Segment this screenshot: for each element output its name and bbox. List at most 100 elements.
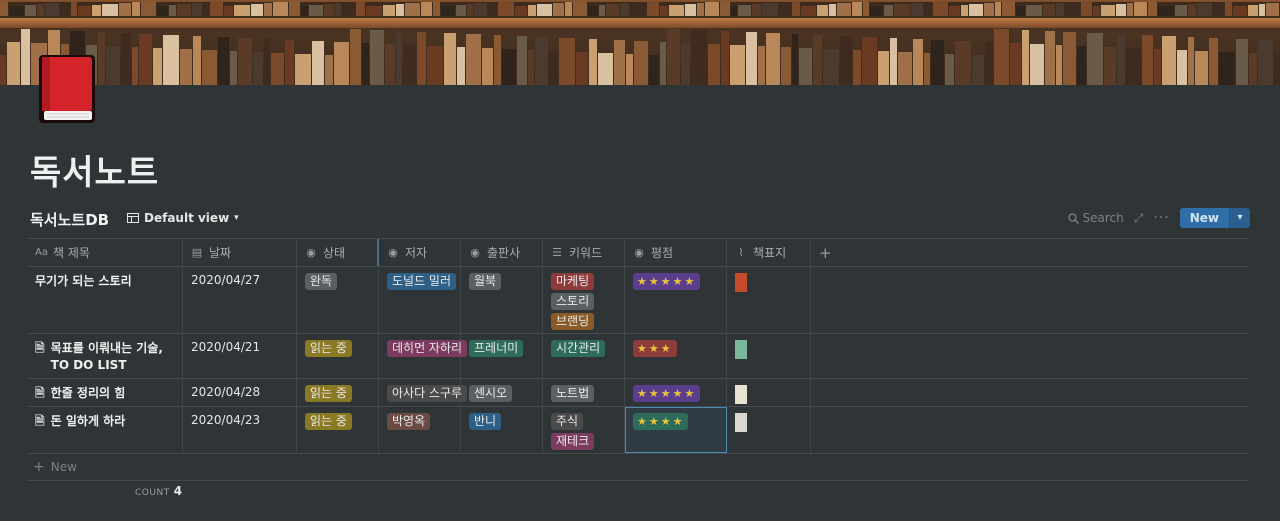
book-spine bbox=[779, 2, 791, 16]
book-spine bbox=[752, 4, 761, 16]
rating-cell[interactable]: ★★★★ bbox=[625, 407, 727, 453]
keyword-tag: 마케팅 bbox=[551, 273, 595, 290]
date-cell[interactable]: 2020/04/23 bbox=[183, 407, 297, 453]
cover-cell[interactable] bbox=[727, 267, 811, 333]
date-cell[interactable]: 2020/04/27 bbox=[183, 267, 297, 333]
keyword-tag: 주식 bbox=[551, 413, 584, 430]
author-tag: 데히먼 자하리 bbox=[387, 340, 468, 357]
table-row[interactable]: 🗎 돈 일하게 하라 2020/04/23 읽는 중 박영옥 반니 주식 재테크 ★★★★ bbox=[27, 407, 1248, 454]
book-spine bbox=[403, 45, 416, 85]
row-title[interactable]: 무기가 되는 스토리 bbox=[35, 273, 174, 290]
chevron-down-icon[interactable]: ▾ bbox=[1229, 208, 1250, 228]
book-spine bbox=[738, 5, 751, 16]
add-column-button[interactable]: + bbox=[811, 239, 841, 266]
status-cell[interactable]: 읽는 중 bbox=[297, 334, 379, 378]
book-spine bbox=[924, 53, 930, 85]
search-button[interactable]: Search bbox=[1067, 211, 1124, 225]
count-footer[interactable]: COUNT 4 bbox=[135, 484, 183, 498]
column-header-date[interactable]: ▤ 날짜 bbox=[183, 239, 297, 266]
more-options-icon[interactable]: ··· bbox=[1153, 210, 1169, 226]
book-spine bbox=[251, 4, 263, 16]
publisher-cell[interactable]: 프레너미 bbox=[461, 334, 543, 378]
publisher-tag: 월북 bbox=[469, 273, 502, 290]
column-header-status[interactable]: ◉ 상태 bbox=[297, 239, 379, 266]
row-title[interactable]: 🗎 목표를 이뤄내는 기술, TO DO LIST bbox=[35, 340, 174, 374]
new-record-button[interactable]: New ▾ bbox=[1179, 208, 1250, 228]
keywords-cell[interactable]: 노트법 bbox=[543, 379, 625, 406]
book-cover-thumbnail[interactable] bbox=[735, 413, 747, 432]
book-spine bbox=[598, 53, 613, 85]
keywords-cell[interactable]: 시간관리 bbox=[543, 334, 625, 378]
table-row[interactable]: 🗎 한줄 정리의 힘 2020/04/28 읽는 중 아사다 스구루 센시오 노트법 ★★★★… bbox=[27, 379, 1248, 407]
book-spine bbox=[894, 4, 910, 16]
column-header-title[interactable]: Aa 책 제목 bbox=[27, 239, 183, 266]
book-spine bbox=[312, 41, 324, 85]
cover-cell[interactable] bbox=[727, 379, 811, 406]
cover-cell[interactable] bbox=[727, 334, 811, 378]
status-cell[interactable]: 읽는 중 bbox=[297, 379, 379, 406]
column-header-rating[interactable]: ◉ 평점 bbox=[625, 239, 727, 266]
page-title[interactable]: 독서노트 bbox=[30, 145, 159, 194]
title-cell[interactable]: 무기가 되는 스토리 bbox=[27, 267, 183, 333]
book-spine bbox=[758, 46, 765, 85]
book-spine bbox=[708, 44, 720, 85]
book-spine bbox=[210, 1, 223, 16]
rating-cell[interactable]: ★★★★★ bbox=[625, 267, 727, 333]
column-header-author[interactable]: ◉ 저자 bbox=[379, 239, 461, 266]
book-cover-thumbnail[interactable] bbox=[735, 385, 747, 404]
column-label: 평점 bbox=[651, 246, 674, 260]
author-cell[interactable]: 도널드 밀러 bbox=[379, 267, 461, 333]
book-spine bbox=[799, 48, 812, 85]
publisher-cell[interactable]: 반니 bbox=[461, 407, 543, 453]
rating-cell[interactable]: ★★★★★ bbox=[625, 379, 727, 406]
author-cell[interactable]: 박영옥 bbox=[379, 407, 461, 453]
column-header-cover[interactable]: ⌇ 책표지 bbox=[727, 239, 811, 266]
keywords-cell[interactable]: 마케팅 스토리 브랜딩 bbox=[543, 267, 625, 333]
book-spine bbox=[273, 2, 288, 16]
author-cell[interactable]: 데히먼 자하리 bbox=[379, 334, 468, 378]
title-cell[interactable]: 🗎 돈 일하게 하라 bbox=[27, 407, 183, 453]
table-view-icon bbox=[127, 213, 139, 223]
rating-cell[interactable]: ★★★ bbox=[625, 334, 727, 378]
add-row-button[interactable]: + New bbox=[27, 454, 1248, 481]
keywords-cell[interactable]: 주식 재테크 bbox=[543, 407, 625, 453]
author-cell[interactable]: 아사다 스구루 bbox=[379, 379, 468, 406]
expand-icon[interactable]: ⤢ bbox=[1134, 211, 1144, 226]
cover-cell[interactable] bbox=[727, 407, 811, 453]
book-spine bbox=[1248, 5, 1258, 16]
shelf-plank bbox=[0, 18, 1280, 28]
book-spines bbox=[0, 0, 1280, 16]
red-book-icon[interactable] bbox=[37, 53, 97, 125]
date-cell[interactable]: 2020/04/21 bbox=[183, 334, 297, 378]
book-cover-thumbnail[interactable] bbox=[735, 340, 747, 359]
book-spine bbox=[792, 34, 798, 85]
database-title[interactable]: 독서노트DB bbox=[30, 209, 109, 230]
book-spine bbox=[1002, 1, 1015, 16]
book-spine bbox=[285, 40, 294, 85]
book-cover-thumbnail[interactable] bbox=[735, 273, 747, 292]
row-title[interactable]: 🗎 돈 일하게 하라 bbox=[35, 413, 174, 430]
status-cell[interactable]: 읽는 중 bbox=[297, 407, 379, 453]
view-selector[interactable]: Default view ▾ bbox=[127, 211, 239, 225]
chevron-down-icon: ▾ bbox=[234, 213, 239, 223]
book-spine bbox=[1026, 5, 1042, 16]
publisher-cell[interactable]: 센시오 bbox=[461, 379, 543, 406]
select-property-icon: ◉ bbox=[388, 246, 398, 259]
select-property-icon: ◉ bbox=[306, 246, 316, 259]
row-title[interactable]: 🗎 한줄 정리의 힘 bbox=[35, 385, 174, 402]
table-row[interactable]: 무기가 되는 스토리 2020/04/27 완독 도널드 밀러 월북 마케팅 스토리 브랜딩 ★… bbox=[27, 267, 1248, 334]
book-spine bbox=[1175, 5, 1187, 16]
new-button-label[interactable]: New bbox=[1179, 208, 1229, 228]
column-header-publisher[interactable]: ◉ 출판사 bbox=[461, 239, 543, 266]
title-cell[interactable]: 🗎 목표를 이뤄내는 기술, TO DO LIST bbox=[27, 334, 183, 378]
book-spine bbox=[691, 30, 707, 85]
date-cell[interactable]: 2020/04/28 bbox=[183, 379, 297, 406]
title-cell[interactable]: 🗎 한줄 정리의 힘 bbox=[27, 379, 183, 406]
status-cell[interactable]: 완독 bbox=[297, 267, 379, 333]
book-spine bbox=[366, 6, 382, 16]
column-header-keywords[interactable]: ☰ 키워드 bbox=[543, 239, 625, 266]
publisher-cell[interactable]: 월북 bbox=[461, 267, 543, 333]
column-label: 책표지 bbox=[753, 246, 787, 260]
book-spine bbox=[870, 6, 883, 16]
table-row[interactable]: 🗎 목표를 이뤄내는 기술, TO DO LIST 2020/04/21 읽는 중 데히… bbox=[27, 334, 1248, 379]
